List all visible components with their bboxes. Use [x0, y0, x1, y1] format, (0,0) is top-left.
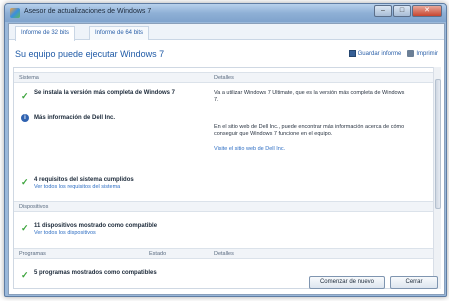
save-icon	[348, 50, 356, 57]
programs-column-header: Programas	[19, 251, 46, 257]
print-label: Imprimir	[416, 50, 438, 57]
printer-icon	[407, 50, 415, 57]
windows-logo-icon	[10, 8, 20, 18]
advisor-window: Asesor de actualizaciones de Windows 7 –…	[4, 3, 447, 297]
minimize-button[interactable]: –	[374, 5, 392, 17]
client-area: Informe de 32 bits Informe de 64 bits Su…	[8, 23, 445, 295]
window-controls: – □ ✕	[374, 5, 442, 17]
save-report-label: Guardar informe	[357, 50, 402, 57]
close-button[interactable]: Cerrar	[390, 276, 438, 289]
info-icon: i	[21, 114, 29, 122]
dell-info-detail: En el sitio web de Dell Inc., puede enco…	[214, 124, 405, 137]
devices-section-header: Dispositivos	[14, 201, 433, 212]
check-icon: ✓	[21, 177, 29, 187]
devices-column-header: Dispositivos	[19, 204, 49, 210]
requirements-link[interactable]: Ver todos los requisitos del sistema	[34, 184, 120, 190]
status-column-header: Estado	[149, 251, 167, 257]
devices-title: 11 dispositivos mostrado como compatible	[34, 223, 158, 229]
restart-button[interactable]: Comenzar de nuevo	[309, 276, 385, 289]
dell-info-title: Más información de Dell Inc.	[34, 115, 116, 121]
tab-32-bit-report[interactable]: Informe de 32 bits	[15, 26, 76, 41]
report-actions: Guardar informe Imprimir	[348, 50, 438, 57]
save-report-button[interactable]: Guardar informe	[348, 50, 402, 57]
tab-64-bit-report[interactable]: Informe de 64 bits	[89, 26, 150, 40]
check-icon: ✓	[21, 270, 29, 280]
maximize-button[interactable]: □	[393, 5, 411, 17]
page-title: Su equipo puede ejecutar Windows 7	[15, 49, 165, 59]
programs-title: 5 programas mostrados como compatibles	[34, 270, 157, 276]
close-window-button[interactable]: ✕	[412, 5, 442, 17]
scrollbar-thumb[interactable]	[435, 79, 441, 209]
check-icon: ✓	[21, 223, 29, 233]
window-title: Asesor de actualizaciones de Windows 7	[24, 8, 152, 15]
programs-details-column-header: Detalles	[214, 251, 234, 257]
version-detail: Va a utilizar Windows 7 Ultimate, que es…	[214, 90, 405, 103]
report-tabs: Informe de 32 bits Informe de 64 bits	[9, 24, 444, 41]
system-column-header: Sistema	[19, 75, 39, 81]
report-table: Sistema Detalles ✓ Se instala la versión…	[13, 67, 434, 289]
programs-section-header: Programas Estado Detalles	[14, 248, 433, 259]
check-icon: ✓	[21, 91, 29, 101]
details-column-header: Detalles	[214, 75, 234, 81]
title-bar[interactable]: Asesor de actualizaciones de Windows 7 –…	[5, 4, 446, 22]
vertical-scrollbar[interactable]	[433, 67, 441, 289]
devices-link[interactable]: Ver todos los dispositivos	[34, 230, 96, 236]
version-title: Se instala la versión más completa de Wi…	[34, 90, 175, 96]
requirements-title: 4 requisitos del sistema cumplidos	[34, 177, 134, 183]
dell-website-link[interactable]: Visite el sitio web de Dell Inc.	[214, 146, 285, 152]
print-button[interactable]: Imprimir	[407, 50, 438, 57]
system-section-header: Sistema Detalles	[14, 72, 433, 83]
